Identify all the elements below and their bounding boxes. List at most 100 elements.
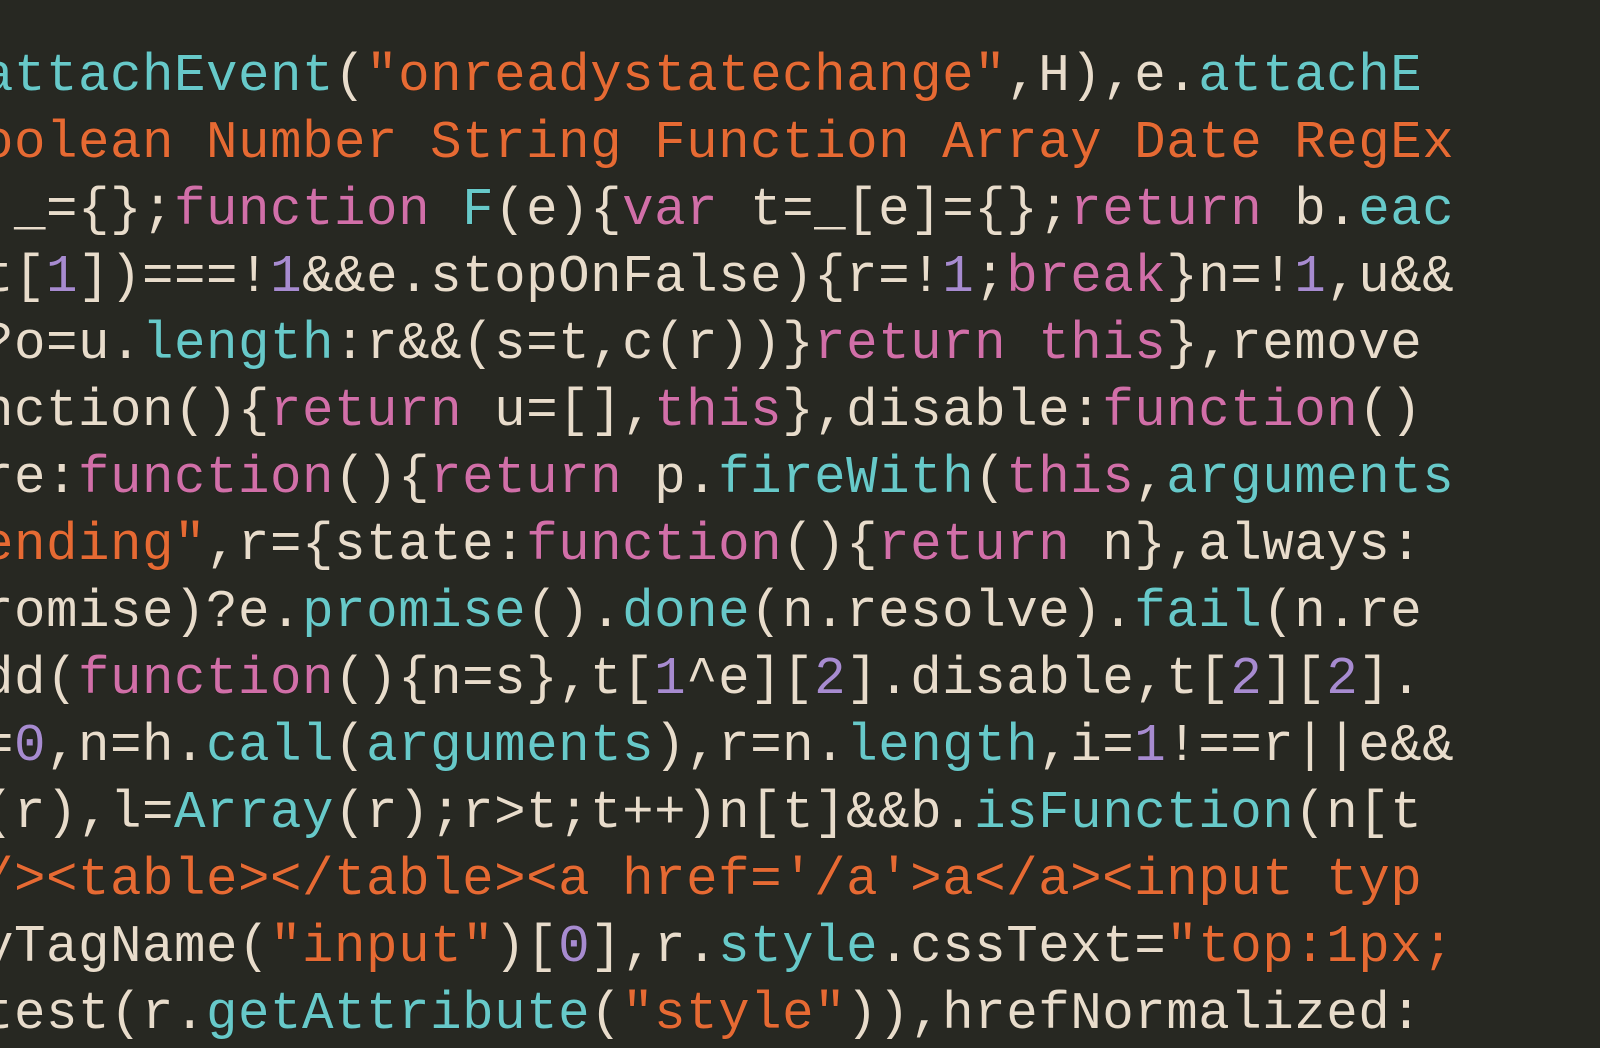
code-token: },disable: [782, 381, 1102, 441]
code-token: yTagName( [0, 917, 270, 977]
code-token: :r&&(s=t,c(r))} [334, 314, 814, 374]
code-token: 2 [1230, 649, 1262, 709]
code-token: length [846, 716, 1038, 776]
code-token: ]. [1358, 649, 1422, 709]
code-token: romise)?e. [0, 582, 302, 642]
code-token: this [1038, 314, 1166, 374]
code-line: (r),l=Array(r);r>t;t++)n[t]&&b.isFunctio… [0, 780, 1454, 847]
code-token: (n[t [1294, 783, 1422, 843]
code-token: 0 [558, 917, 590, 977]
code-token: "onreadystatechange" [366, 46, 1006, 106]
code-token: test(r. [0, 984, 206, 1044]
code-token: 2 [1326, 649, 1358, 709]
code-line: t[1])===!1&&e.stopOnFalse){r=!1;break}n=… [0, 244, 1454, 311]
code-token: ( [334, 716, 366, 776]
code-token: (){ [334, 448, 430, 508]
code-token: _={}; [0, 180, 174, 240]
code-token: ,i= [1038, 716, 1134, 776]
code-token: (n.resolve). [750, 582, 1134, 642]
code-token: n},always: [1070, 515, 1422, 575]
code-line: /><table></table><a href='/a'>a</a><inpu… [0, 847, 1454, 914]
code-token: Array [174, 783, 334, 843]
code-token: u=[], [462, 381, 654, 441]
code-token: function [174, 180, 430, 240]
code-token: "top:1px; [1166, 917, 1454, 977]
code-token: 1 [46, 247, 78, 307]
code-token: (). [526, 582, 622, 642]
code-token: (r);r>t;t++)n[t]&&b. [334, 783, 974, 843]
code-token: ].disable,t[ [846, 649, 1230, 709]
code-line: =0,n=h.call(arguments),r=n.length,i=1!==… [0, 713, 1454, 780]
code-token: }n=! [1166, 247, 1294, 307]
code-token: (n.re [1262, 582, 1422, 642]
code-token: ?o=u. [0, 314, 142, 374]
code-token: done [622, 582, 750, 642]
code-line: romise)?e.promise().done(n.resolve).fail… [0, 579, 1454, 646]
code-token: dd( [0, 649, 78, 709]
code-token: promise [302, 582, 526, 642]
code-token: 0 [14, 716, 46, 776]
code-token: isFunction [974, 783, 1294, 843]
code-token [430, 180, 462, 240]
code-token: (e){ [494, 180, 622, 240]
code-token: getAttribute [206, 984, 590, 1044]
code-token: = [0, 716, 14, 776]
code-token: F [462, 180, 494, 240]
code-token: },remove [1166, 314, 1422, 374]
code-token: attachEvent [0, 46, 334, 106]
code-token: 1 [1134, 716, 1166, 776]
code-token: )[ [494, 917, 558, 977]
code-token: attachE [1198, 46, 1422, 106]
code-token: return [814, 314, 1006, 374]
code-token: this [654, 381, 782, 441]
code-token: return [270, 381, 462, 441]
code-token: "style" [622, 984, 846, 1044]
code-token: function [1102, 381, 1358, 441]
code-token: arguments [1166, 448, 1454, 508]
code-token: "input" [270, 917, 494, 977]
code-token: 1 [270, 247, 302, 307]
code-token: ],r. [590, 917, 718, 977]
code-token: arguments [366, 716, 654, 776]
code-token: ; [974, 247, 1006, 307]
code-token: )),hrefNormalized: [846, 984, 1422, 1044]
code-token: ])===! [78, 247, 270, 307]
code-token: style [718, 917, 878, 977]
code-token: fireWith [718, 448, 974, 508]
code-token: (){ [782, 515, 878, 575]
code-token [1006, 314, 1038, 374]
code-token: ,n=h. [46, 716, 206, 776]
code-token: function [78, 448, 334, 508]
code-token: return [430, 448, 622, 508]
code-token: () [1358, 381, 1422, 441]
code-token: &&e.stopOnFalse){r=! [302, 247, 942, 307]
code-token: function [526, 515, 782, 575]
code-token: /><table></table><a href='/a'>a</a><inpu… [0, 850, 1422, 910]
code-token: ,r={state: [206, 515, 526, 575]
code-line: re:function(){return p.fireWith(this,arg… [0, 445, 1454, 512]
code-line: dd(function(){n=s},t[1^e][2].disable,t[2… [0, 646, 1454, 713]
code-token: ( [590, 984, 622, 1044]
code-token: t[ [0, 247, 46, 307]
code-token: break [1006, 247, 1166, 307]
code-block: attachEvent("onreadystatechange",H),e.at… [0, 43, 1454, 1048]
code-token: ( [334, 46, 366, 106]
code-token: 2 [814, 649, 846, 709]
code-token: ),r=n. [654, 716, 846, 776]
code-token: fail [1134, 582, 1262, 642]
code-line: nction(){return u=[],this},disable:funct… [0, 378, 1454, 445]
code-token: !==r||e&& [1166, 716, 1454, 776]
code-token: .cssText= [878, 917, 1166, 977]
code-token: re: [0, 448, 78, 508]
code-token: ,u&& [1326, 247, 1454, 307]
code-token: this [1006, 448, 1134, 508]
code-token: t=_[e]={}; [718, 180, 1070, 240]
code-token: 1 [942, 247, 974, 307]
code-line: yTagName("input")[0],r.style.cssText="to… [0, 914, 1454, 981]
code-token: return [878, 515, 1070, 575]
code-token: function [78, 649, 334, 709]
code-token: call [206, 716, 334, 776]
code-token: length [142, 314, 334, 374]
code-token: 1 [654, 649, 686, 709]
code-token: ^e][ [686, 649, 814, 709]
